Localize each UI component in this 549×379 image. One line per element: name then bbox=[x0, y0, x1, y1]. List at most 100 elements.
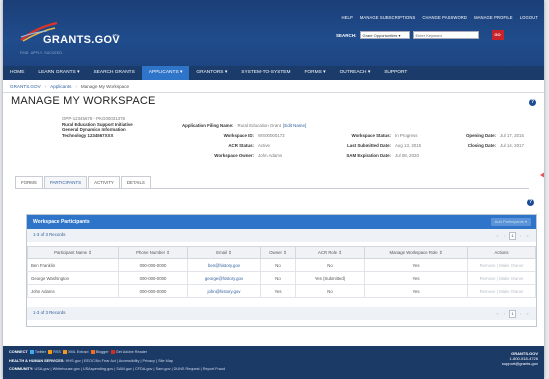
search-input[interactable]: Enter Keyword bbox=[412, 31, 479, 39]
col-acr-role[interactable]: ACR Role ⇕ bbox=[295, 246, 365, 259]
footer-rss-link[interactable]: RSS bbox=[53, 350, 61, 354]
participant-email-link[interactable]: john@history.gov bbox=[187, 284, 261, 298]
col-manage-workspace-role[interactable]: Manage Workspace Role ⇕ bbox=[364, 246, 468, 259]
nav-forms-label: FORMS bbox=[304, 70, 322, 75]
field-value: Jul 17, 2015 bbox=[500, 133, 524, 138]
grants-gov-logo[interactable]: GRANTS.GOV SM FIND. APPLY. SUCCEED. bbox=[19, 22, 129, 55]
footer-link[interactable]: Accessibility bbox=[119, 359, 140, 363]
logo-trademark: SM bbox=[113, 33, 118, 37]
edit-name-link[interactable]: [Edit Name] bbox=[283, 123, 306, 128]
add-participants-button[interactable]: Add Participants ▾ bbox=[490, 218, 531, 226]
participant-phone: 000-000-0000 bbox=[118, 258, 188, 272]
participant-owner: No bbox=[260, 271, 296, 285]
participant-email-link[interactable]: george@history.gov bbox=[187, 271, 261, 285]
prev-page-icon[interactable]: ‹ bbox=[502, 311, 507, 317]
participant-name: Ben Franklin bbox=[27, 258, 119, 272]
field-label: Closing Date: bbox=[467, 143, 496, 148]
page-number[interactable]: 1 bbox=[509, 232, 516, 240]
field-label: Application Filing Name: bbox=[182, 123, 234, 128]
last-page-icon[interactable]: » bbox=[525, 233, 530, 239]
page-number[interactable]: 1 bbox=[509, 310, 516, 318]
footer-link[interactable]: CFDA.gov bbox=[135, 367, 153, 371]
nav-learn-grants[interactable]: LEARN GRANTS ▾ bbox=[31, 66, 86, 80]
tab-activity[interactable]: ACTIVITY bbox=[88, 176, 120, 188]
footer-link[interactable]: Report Fraud bbox=[203, 367, 225, 371]
manage-profile-link[interactable]: MANAGE PROFILE bbox=[474, 15, 513, 20]
breadcrumb-applicants[interactable]: Applicants bbox=[50, 84, 71, 89]
row-actions[interactable]: Remove | Make Owner bbox=[467, 258, 536, 272]
site-footer: CONNECT Twitter RSS XML Extract Blogger … bbox=[3, 346, 544, 379]
footer-hhs-row: HEALTH & HUMAN SERVICES: HHS.gov | EEOC/… bbox=[9, 359, 174, 363]
nav-forms[interactable]: FORMS ▾ bbox=[297, 66, 332, 80]
first-page-icon[interactable]: « bbox=[495, 233, 500, 239]
search-label: SEARCH: bbox=[336, 32, 357, 38]
logo-tagline: FIND. APPLY. SUCCEED. bbox=[20, 51, 64, 55]
search-go-button[interactable]: GO bbox=[491, 30, 504, 40]
footer-connect-row: CONNECT Twitter RSS XML Extract Blogger … bbox=[9, 350, 147, 354]
tab-details[interactable]: DETAILS bbox=[120, 176, 151, 188]
footer-link[interactable]: Sam.gov bbox=[156, 367, 171, 371]
row-actions[interactable]: Remove | Make Owner bbox=[467, 271, 536, 285]
breadcrumb-home[interactable]: GRANTS.GOV bbox=[10, 84, 41, 89]
manage-subscriptions-link[interactable]: MANAGE SUBSCRIPTIONS bbox=[360, 15, 416, 20]
first-page-icon[interactable]: « bbox=[495, 311, 500, 317]
footer-link[interactable]: Whitehouse.gov bbox=[53, 367, 80, 371]
org-line-2: General Dynamics Information bbox=[62, 127, 126, 133]
field-value: In Progress bbox=[395, 133, 418, 138]
footer-link[interactable]: DUNS Request bbox=[174, 367, 200, 371]
tab-participants[interactable]: PARTICIPANTS bbox=[43, 176, 88, 188]
row-actions[interactable]: Remove | Make Owner bbox=[467, 284, 536, 298]
help-icon[interactable]: ? bbox=[529, 99, 536, 106]
participant-manage-role: Yes bbox=[364, 258, 468, 272]
breadcrumb-current: Manage My Workspace bbox=[80, 84, 130, 89]
col-email[interactable]: Email ⇕ bbox=[187, 246, 261, 259]
pagination-top: « ‹ 1 › » bbox=[495, 232, 530, 240]
nav-grantors[interactable]: GRANTORS ▾ bbox=[189, 66, 234, 80]
field-value: Active bbox=[258, 143, 270, 148]
nav-system-to-system[interactable]: SYSTEM-TO-SYSTEM bbox=[234, 66, 297, 80]
tab-forms[interactable]: FORMS bbox=[15, 176, 43, 188]
nav-outreach[interactable]: OUTREACH ▾ bbox=[333, 66, 378, 80]
field-label: Opening Date: bbox=[465, 133, 496, 138]
change-password-link[interactable]: CHANGE PASSWORD bbox=[422, 15, 467, 20]
col-phone-number[interactable]: Phone Number ⇕ bbox=[118, 246, 188, 259]
footer-adobe-link[interactable]: Get Adobe Reader bbox=[116, 350, 147, 354]
next-page-icon[interactable]: › bbox=[518, 311, 523, 317]
footer-link[interactable]: USA.gov bbox=[34, 367, 49, 371]
nav-support[interactable]: SUPPORT bbox=[377, 66, 414, 80]
closing-date: Closing Date: Jul 14, 2017 bbox=[451, 143, 524, 148]
last-submitted-date: Last Submitted Date: Aug 13, 2015 bbox=[321, 143, 421, 148]
footer-link[interactable]: SAM.gov bbox=[116, 367, 131, 371]
footer-link[interactable]: EEOC/No Fear Act bbox=[84, 359, 116, 363]
nav-applicants[interactable]: APPLICANTS ▾ bbox=[141, 66, 190, 80]
field-label: Workspace ID: bbox=[223, 133, 254, 138]
footer-email-link[interactable]: support@grants.gov bbox=[502, 361, 538, 366]
field-value: WS00000173 bbox=[258, 133, 285, 138]
footer-twitter-link[interactable]: Twitter bbox=[35, 350, 46, 354]
help-link[interactable]: HELP bbox=[342, 15, 353, 20]
field-label: SAM Expiration Date: bbox=[346, 153, 391, 158]
next-page-icon[interactable]: › bbox=[518, 233, 523, 239]
footer-xml-link[interactable]: XML Extract bbox=[68, 350, 89, 354]
footer-link[interactable]: Privacy bbox=[143, 359, 155, 363]
footer-link[interactable]: Site Map bbox=[158, 359, 173, 363]
col-participant-name[interactable]: Participant Name ⇕ bbox=[27, 246, 119, 259]
col-owner[interactable]: Owner ⇕ bbox=[260, 246, 296, 259]
footer-link[interactable]: USAspending.gov bbox=[83, 367, 113, 371]
footer-blogger-link[interactable]: Blogger bbox=[96, 350, 109, 354]
field-label: ACR Status: bbox=[228, 143, 254, 148]
last-page-icon[interactable]: » bbox=[525, 311, 530, 317]
blogger-icon bbox=[90, 350, 95, 354]
help-icon[interactable]: ? bbox=[527, 199, 534, 206]
rss-icon bbox=[48, 350, 53, 354]
footer-link[interactable]: HHS.gov bbox=[66, 359, 81, 363]
search-scope-select[interactable]: Grant Opportunities ▾ bbox=[359, 31, 410, 39]
logout-link[interactable]: LOGOUT bbox=[520, 15, 538, 20]
nav-home[interactable]: HOME bbox=[3, 66, 31, 80]
prev-page-icon[interactable]: ‹ bbox=[502, 233, 507, 239]
participant-email-link[interactable]: ben@history.gov bbox=[187, 258, 261, 272]
footer-contact: GRANTS.GOV 1-800-518-4726 support@grants… bbox=[502, 351, 538, 367]
table-header-row: Participant Name ⇕ Phone Number ⇕ Email … bbox=[27, 246, 536, 259]
col-label: Email bbox=[216, 249, 227, 255]
nav-search-grants[interactable]: SEARCH GRANTS bbox=[86, 66, 141, 80]
